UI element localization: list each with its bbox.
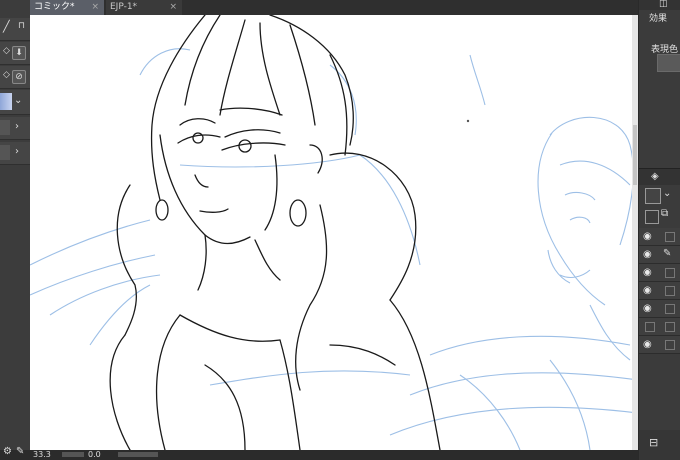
- eye-icon[interactable]: ◉: [643, 339, 652, 350]
- tab-comic[interactable]: コミック* ×: [30, 0, 104, 15]
- layer-color-box[interactable]: [645, 188, 661, 204]
- download-icon[interactable]: ⬇: [12, 46, 26, 60]
- chevron-right-icon[interactable]: ›: [15, 146, 19, 157]
- layer-lock-box[interactable]: [665, 232, 675, 242]
- eye-icon[interactable]: ◉: [643, 249, 652, 260]
- rotation-angle[interactable]: 0.0: [88, 450, 101, 460]
- rotation-slider[interactable]: [118, 452, 158, 457]
- expression-color-dropdown[interactable]: [657, 54, 680, 72]
- panel-header: ◫: [639, 0, 680, 10]
- layer-row[interactable]: ◉: [639, 282, 680, 300]
- close-icon[interactable]: ×: [169, 0, 177, 15]
- tab-ejp[interactable]: EJP-1* ×: [106, 0, 182, 15]
- eye-icon[interactable]: ◉: [643, 303, 652, 314]
- canvas-dot: [466, 119, 470, 123]
- brush-preview[interactable]: [0, 93, 12, 110]
- settings-icon[interactable]: ⚙: [3, 447, 12, 457]
- layers-icon[interactable]: ◈: [651, 171, 659, 182]
- reset-icon[interactable]: ⊘: [12, 70, 26, 84]
- document-tab-bar: コミック* × EJP-1* ×: [30, 0, 638, 15]
- layer-visibility-box[interactable]: [645, 322, 655, 332]
- close-icon[interactable]: ×: [91, 0, 99, 15]
- layer-lock-box[interactable]: [665, 340, 675, 350]
- layer-row[interactable]: [639, 318, 680, 336]
- value-field[interactable]: [0, 120, 10, 135]
- layer-panel-header: ◈: [639, 168, 680, 185]
- eye-icon[interactable]: ◉: [643, 267, 652, 278]
- layer-lock-box[interactable]: [665, 304, 675, 314]
- layers-icon[interactable]: ◫: [659, 0, 668, 9]
- spin-icon[interactable]: ◇: [3, 70, 10, 80]
- chevron-down-icon[interactable]: ⌄: [663, 188, 671, 199]
- brush-shape-row[interactable]: ⌄: [0, 90, 30, 115]
- pen-icon: ╱: [3, 20, 10, 33]
- opacity-row[interactable]: ◇ ⬇: [0, 42, 30, 65]
- chevron-down-icon[interactable]: ⌄: [14, 95, 22, 106]
- tab-label: EJP-1*: [110, 2, 138, 12]
- pencil-icon: ✎: [663, 248, 672, 259]
- layer-panel-footer: ⊟: [639, 430, 680, 460]
- copy-icon[interactable]: ⧉: [661, 208, 668, 219]
- artwork: [30, 15, 638, 450]
- tool-property-panel: ╱ ⊓ ◇ ⬇ ◇ ⊘ ⌄ › ›: [0, 0, 31, 460]
- antialias-row[interactable]: ◇ ⊘: [0, 66, 30, 89]
- layer-row[interactable]: ◉: [639, 300, 680, 318]
- stabilization-row[interactable]: ›: [0, 117, 30, 140]
- layer-lock-box[interactable]: [665, 286, 675, 296]
- layer-property-panel: ◫ 効果 表現色 ◈ ⌄ ⧉ ◉ ◉ ✎ ◉ ◉ ◉ ◉ ⊟: [638, 0, 680, 460]
- lock-icon[interactable]: ⊓: [18, 21, 25, 31]
- drawing-canvas[interactable]: [30, 15, 638, 450]
- spin-icon[interactable]: ◇: [3, 46, 10, 56]
- effect-section-title: 効果: [649, 14, 668, 24]
- status-bar: ⚙ ✎ 33.3 0.0: [0, 447, 638, 460]
- new-layer-button[interactable]: [645, 210, 659, 224]
- zoom-slider[interactable]: [62, 452, 84, 457]
- layer-row[interactable]: ◉ ✎: [639, 246, 680, 264]
- zoom-level[interactable]: 33.3: [33, 450, 51, 460]
- layer-row[interactable]: ◉: [639, 264, 680, 282]
- brush-size-row[interactable]: ╱ ⊓: [0, 18, 30, 41]
- layers-icon[interactable]: ⊟: [649, 436, 658, 449]
- eye-icon[interactable]: ◉: [643, 285, 652, 296]
- layer-lock-box[interactable]: [665, 322, 675, 332]
- tab-label: コミック*: [34, 2, 75, 12]
- wrench-icon[interactable]: ✎: [16, 447, 24, 457]
- scrollbar-thumb[interactable]: [633, 125, 637, 185]
- layer-lock-box[interactable]: [665, 268, 675, 278]
- value-field[interactable]: [0, 145, 10, 160]
- sketch-layer: [30, 48, 638, 450]
- eye-icon[interactable]: ◉: [643, 231, 652, 242]
- line-art-layer: [109, 15, 441, 450]
- layer-row[interactable]: ◉: [639, 336, 680, 354]
- extra-setting-row[interactable]: ›: [0, 142, 30, 165]
- layer-row[interactable]: ◉: [639, 228, 680, 246]
- chevron-right-icon[interactable]: ›: [15, 121, 19, 132]
